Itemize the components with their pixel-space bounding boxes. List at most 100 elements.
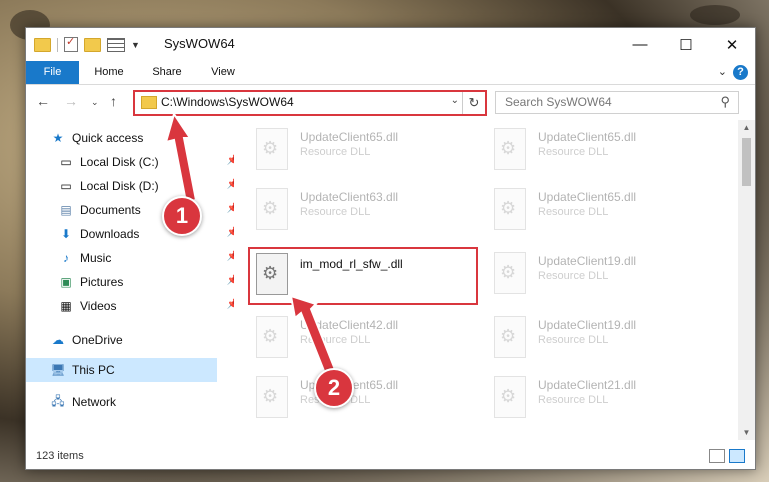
up-arrow-icon[interactable]: ↑ [110, 93, 117, 109]
gear-icon: ⚙ [500, 326, 517, 346]
nav-label: Music [80, 251, 112, 265]
nav-label: Local Disk (D:) [80, 179, 159, 193]
file-item[interactable]: ⚙ UpdateClient19.dll Resource DLL [488, 312, 708, 364]
file-description: Resource DLL [300, 146, 371, 158]
file-description: Resource DLL [538, 394, 609, 406]
annotation-marker-1: 1 [162, 196, 202, 236]
details-view-icon[interactable] [709, 449, 725, 463]
file-item[interactable]: ⚙ UpdateClient65.dll Resource DLL [250, 124, 470, 176]
file-item[interactable]: ⚙ UpdateClient65.dll Resource DLL [250, 372, 470, 424]
tab-view[interactable]: View [202, 61, 244, 84]
gear-icon: ⚙ [262, 263, 279, 283]
help-icon[interactable]: ? [733, 65, 748, 80]
nav-label: Quick access [72, 131, 144, 145]
file-item[interactable]: ⚙ UpdateClient65.dll Resource DLL [488, 184, 708, 236]
minimize-button[interactable]: — [617, 28, 663, 61]
tab-share[interactable]: Share [144, 61, 190, 84]
file-name: UpdateClient65.dll [300, 130, 399, 144]
search-placeholder: Search SysWOW64 [505, 95, 612, 109]
gear-icon: ⚙ [500, 198, 517, 218]
nav-item-downloads[interactable]: ⬇ Downloads 📌 [26, 222, 249, 246]
search-icon: ⚲ [720, 94, 730, 109]
download-icon: ⬇ [60, 227, 72, 241]
file-item[interactable]: ⚙ UpdateClient65.dll Resource DLL [488, 124, 708, 176]
nav-item-local-disk-d[interactable]: ▭ Local Disk (D:) 📌 [26, 174, 249, 198]
maximize-button[interactable]: ☐ [663, 28, 709, 61]
back-arrow-icon[interactable]: ← [36, 93, 50, 109]
background-spot [690, 5, 740, 25]
file-item[interactable]: ⚙ UpdateClient19.dll Resource DLL [488, 248, 708, 300]
vertical-scrollbar[interactable]: ▲ ▼ [738, 120, 755, 440]
view-icon[interactable] [107, 37, 125, 52]
nav-label: Documents [80, 203, 141, 217]
gear-icon: ⚙ [262, 198, 279, 218]
file-name: UpdateClient65.dll [538, 130, 637, 144]
file-name: UpdateClient42.dll [300, 318, 399, 332]
quick-access-toolbar: ▼ [34, 35, 140, 52]
gear-icon: ⚙ [262, 138, 279, 158]
file-description: Resource DLL [300, 206, 371, 218]
nav-item-music[interactable]: ♪ Music 📌 [26, 246, 249, 270]
address-path: C:\Windows\SysWOW64 [161, 95, 294, 109]
ribbon-tabs: File Home Share View ⌄ ? [26, 61, 755, 85]
file-item[interactable]: ⚙ UpdateClient42.dll Resource DLL [250, 312, 470, 364]
file-item[interactable]: ⚙ UpdateClient21.dll Resource DLL [488, 372, 708, 424]
file-name: im_mod_rl_sfw_.dll [300, 257, 403, 271]
customize-dropdown-icon[interactable]: ▼ [131, 40, 140, 50]
properties-icon[interactable] [64, 35, 78, 52]
scroll-down-icon[interactable]: ▼ [738, 428, 755, 437]
refresh-icon[interactable]: ↻ [462, 92, 485, 114]
chevron-down-icon[interactable]: ⌄ [451, 95, 459, 106]
close-button[interactable]: ✕ [709, 28, 755, 61]
search-box[interactable]: Search SysWOW64 ⚲ [495, 91, 739, 114]
address-bar[interactable]: C:\Windows\SysWOW64 ⌄ ↻ [133, 90, 487, 116]
nav-label: Network [72, 395, 117, 409]
nav-item-network[interactable]: 🖧 Network [26, 390, 241, 414]
nav-label: This PC [72, 363, 115, 377]
gear-icon: ⚙ [262, 326, 279, 346]
gear-icon: ⚙ [500, 386, 517, 406]
navigation-pane: ★ Quick access ▭ Local Disk (C:) 📌 ▭ Loc… [26, 120, 239, 440]
tab-file[interactable]: File [26, 61, 79, 84]
nav-item-pictures[interactable]: ▣ Pictures 📌 [26, 270, 249, 294]
file-description: Resource DLL [538, 206, 609, 218]
pictures-icon: ▣ [60, 275, 72, 289]
highlighted-file-item[interactable]: ⚙ im_mod_rl_sfw_.dll [248, 247, 478, 305]
star-icon: ★ [52, 131, 64, 145]
large-icons-view-icon[interactable] [729, 449, 745, 463]
gear-icon: ⚙ [262, 386, 279, 406]
recent-locations-icon[interactable]: ⌄ [91, 97, 99, 108]
cloud-icon: ☁ [52, 333, 64, 347]
file-description: Resource DLL [538, 334, 609, 346]
file-description: Resource DLL [538, 146, 609, 158]
scroll-up-icon[interactable]: ▲ [738, 123, 755, 132]
forward-arrow-icon[interactable]: → [64, 93, 78, 109]
window-title: SysWOW64 [164, 36, 235, 51]
network-icon: 🖧 [51, 393, 65, 408]
gear-icon: ⚙ [500, 262, 517, 282]
file-description: Resource DLL [300, 334, 371, 346]
title-bar: ▼ SysWOW64 — ☐ ✕ [26, 28, 755, 61]
nav-item-quick-access[interactable]: ★ Quick access [26, 126, 241, 150]
file-name: UpdateClient65.dll [538, 190, 637, 204]
file-item[interactable]: ⚙ UpdateClient63.dll Resource DLL [250, 184, 470, 236]
nav-item-videos[interactable]: ▦ Videos 📌 [26, 294, 249, 318]
computer-icon: 🖥 [50, 363, 66, 377]
folder-icon [34, 37, 51, 52]
nav-label: Downloads [80, 227, 140, 241]
nav-item-onedrive[interactable]: ☁ OneDrive [26, 328, 241, 352]
scroll-thumb[interactable] [742, 138, 751, 186]
nav-item-local-disk-c[interactable]: ▭ Local Disk (C:) 📌 [26, 150, 249, 174]
expand-ribbon-icon[interactable]: ⌄ [718, 65, 727, 78]
item-count: 123 items [36, 450, 84, 462]
drive-icon: ▭ [60, 155, 72, 169]
nav-label: Videos [80, 299, 117, 313]
nav-item-documents[interactable]: ▤ Documents 📌 [26, 198, 249, 222]
file-description: Resource DLL [538, 270, 609, 282]
annotation-marker-2: 2 [314, 368, 354, 408]
tab-home[interactable]: Home [86, 61, 132, 84]
new-folder-icon[interactable] [84, 37, 101, 52]
nav-item-this-pc[interactable]: 🖥 This PC [26, 358, 217, 382]
file-name: UpdateClient63.dll [300, 190, 399, 204]
file-list: ⚙ UpdateClient65.dll Resource DLL ⚙ Upda… [234, 120, 734, 440]
